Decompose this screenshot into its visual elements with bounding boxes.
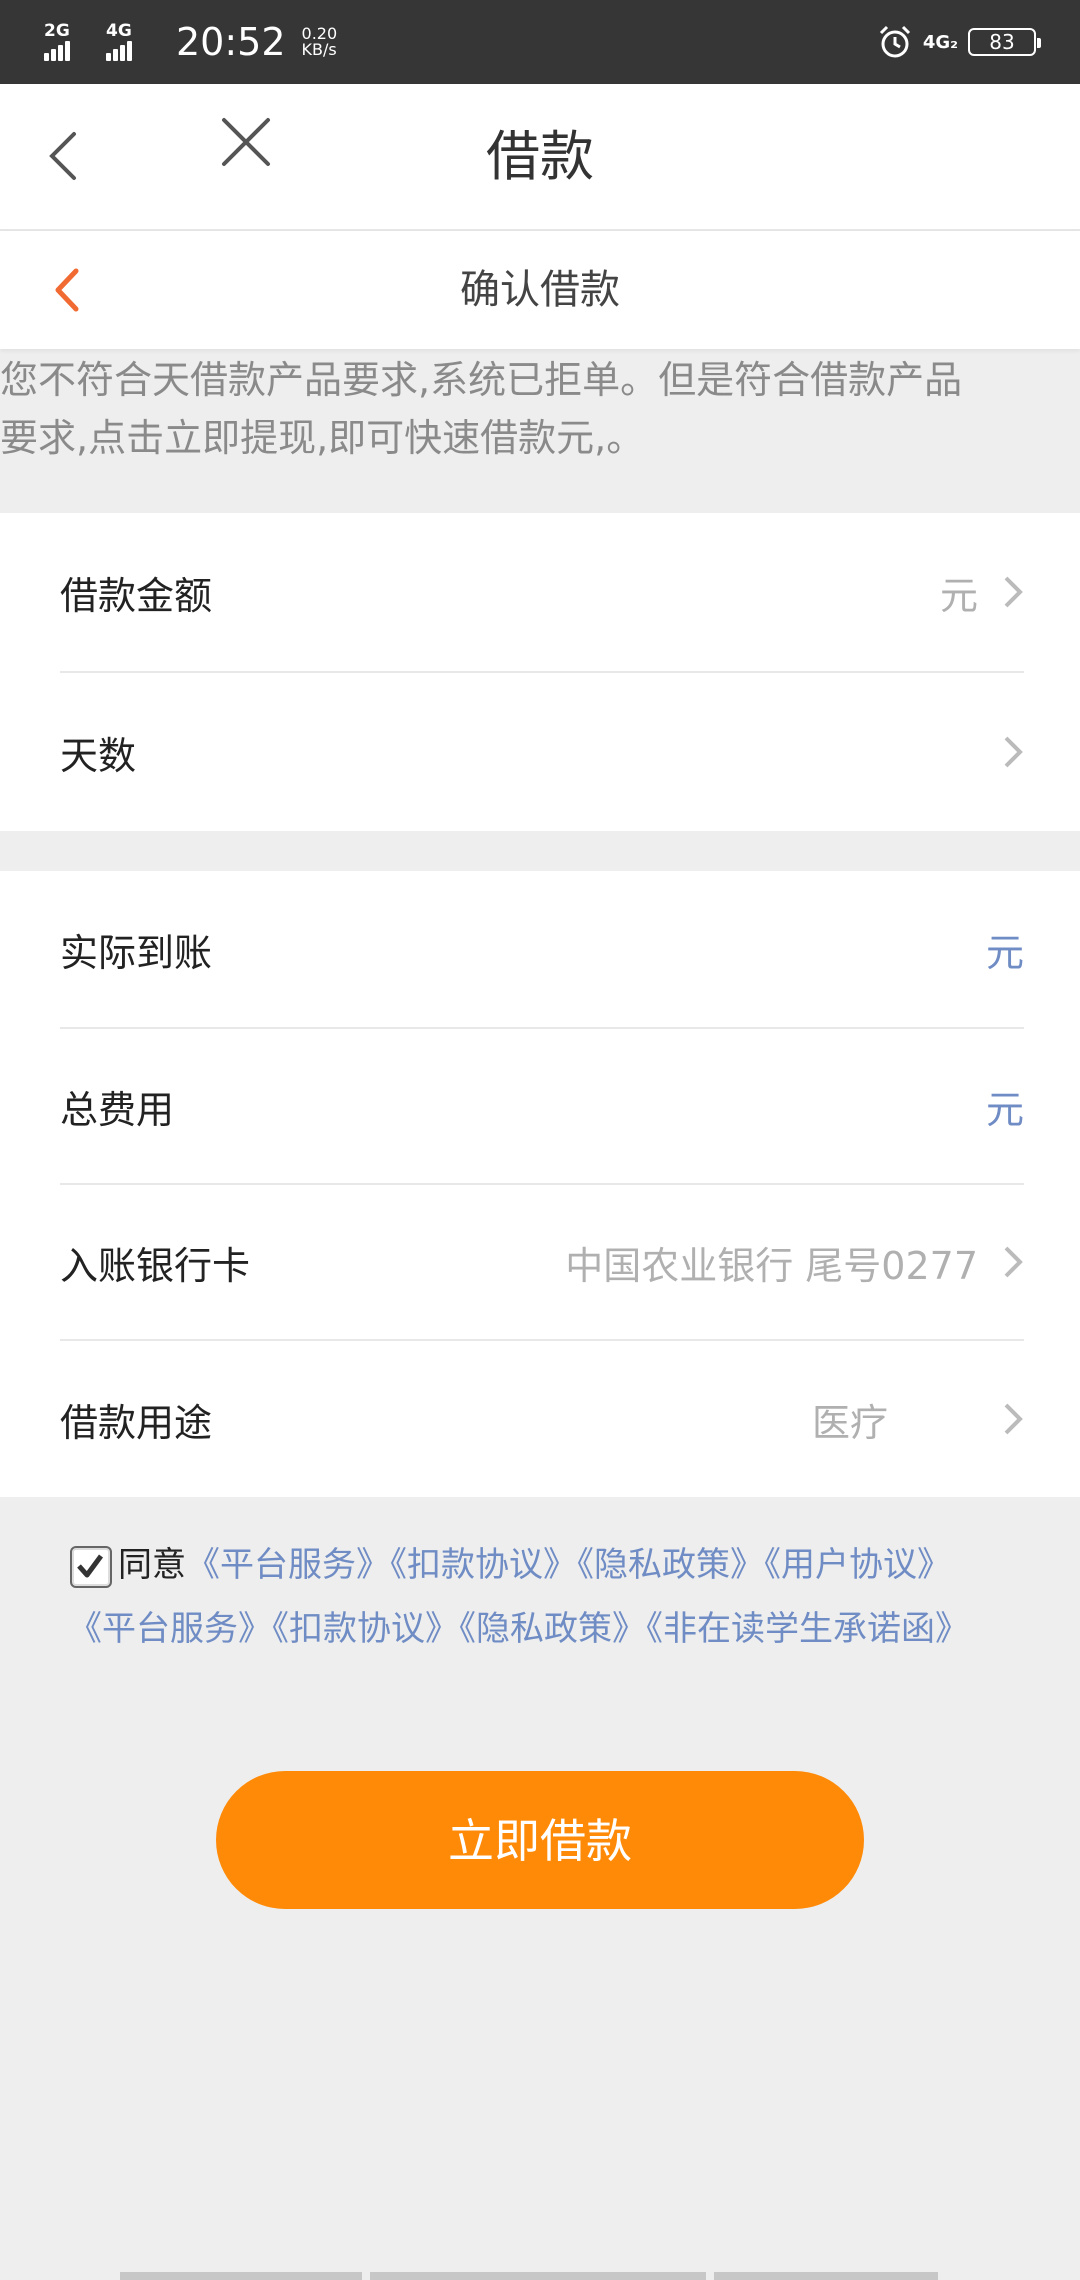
row-label: 入账银行卡 xyxy=(60,1243,251,1288)
rejection-notice: 您不符合天借款产品要求,系统已拒单。但是符合借款产品 要求,点击立即提现,即可快… xyxy=(0,349,1080,513)
battery-icon: 83 xyxy=(968,28,1041,56)
indicator-segment xyxy=(370,2272,706,2280)
row-value: 元 xyxy=(939,573,978,618)
borrow-now-button[interactable]: 立即借款 xyxy=(216,1771,864,1909)
speed-unit: KB/s xyxy=(301,40,337,59)
row-label: 天数 xyxy=(60,733,137,778)
row-days[interactable]: 天数 xyxy=(60,673,1024,831)
status-bar: 2G 4G 20:52 0.20 KB/s 4G₂ 83 xyxy=(0,0,1080,84)
sub-title: 确认借款 xyxy=(460,267,620,313)
agree-label: 同意 xyxy=(118,1545,186,1585)
row-label: 实际到账 xyxy=(60,930,213,975)
network-type: 4G₂ xyxy=(922,31,958,53)
chevron-right-icon xyxy=(1002,574,1024,610)
link-deduction-agreement[interactable]: 《扣款协议》 xyxy=(390,1545,577,1585)
chevron-right-icon xyxy=(1002,1244,1024,1280)
row-value: 医疗 xyxy=(811,1400,888,1445)
link-privacy-policy[interactable]: 《隐私政策》 xyxy=(577,1545,764,1585)
chevron-right-icon xyxy=(1002,734,1024,770)
notice-line-1: 您不符合天借款产品要求,系统已拒单。但是符合借款产品 xyxy=(0,358,963,402)
agreement: 同意《平台服务》《扣款协议》《隐私政策》《用户协议》 《平台服务》《扣款协议》《… xyxy=(0,1497,1080,1661)
row-label: 借款用途 xyxy=(60,1400,213,1445)
bottom-indicator xyxy=(120,2272,1000,2280)
row-bank-card[interactable]: 入账银行卡 中国农业银行 尾号0277 xyxy=(60,1185,1024,1341)
link-platform-service-2[interactable]: 《平台服务》 xyxy=(68,1609,272,1649)
network-speed: 0.20 KB/s xyxy=(302,26,338,58)
row-label: 借款金额 xyxy=(60,573,213,618)
link-user-agreement[interactable]: 《用户协议》 xyxy=(764,1545,951,1585)
sim1-label: 2G xyxy=(44,21,70,41)
signal-sim1-icon: 2G xyxy=(44,21,96,61)
status-right: 4G₂ 83 xyxy=(877,24,1041,60)
top-nav: 借款 xyxy=(0,84,1080,231)
chevron-right-icon xyxy=(1002,1401,1024,1437)
check-icon xyxy=(77,1554,104,1577)
row-value: 元 xyxy=(985,930,1024,975)
indicator-segment xyxy=(120,2272,362,2280)
battery-level: 83 xyxy=(989,30,1015,54)
agree-checkbox[interactable] xyxy=(70,1545,112,1588)
submit-wrap: 立即借款 xyxy=(0,1771,1080,1909)
page-title: 借款 xyxy=(486,125,594,188)
agreement-line-2: 《平台服务》《扣款协议》《隐私政策》《非在读学生承诺函》 xyxy=(68,1597,1050,1661)
sub-header: 确认借款 xyxy=(0,231,1080,349)
link-deduction-agreement-2[interactable]: 《扣款协议》 xyxy=(272,1609,459,1649)
row-loan-purpose[interactable]: 借款用途 医疗 xyxy=(60,1341,1024,1497)
link-privacy-policy-2[interactable]: 《隐私政策》 xyxy=(459,1609,646,1649)
status-left: 2G 4G 20:52 0.20 KB/s xyxy=(44,20,337,64)
link-platform-service[interactable]: 《平台服务》 xyxy=(186,1545,390,1585)
indicator-segment xyxy=(714,2272,938,2280)
row-label: 总费用 xyxy=(60,1087,175,1132)
alarm-icon xyxy=(877,24,913,60)
row-value: 元 xyxy=(985,1087,1024,1132)
sim2-label: 4G xyxy=(106,21,132,41)
loan-details-group: 实际到账 元 总费用 元 入账银行卡 中国农业银行 尾号0277 借款用途 医疗 xyxy=(0,871,1080,1497)
row-total-fee: 总费用 元 xyxy=(60,1029,1024,1185)
loan-settings-group: 借款金额 元 天数 xyxy=(0,513,1080,831)
row-actual-received: 实际到账 元 xyxy=(60,871,1024,1029)
row-loan-amount[interactable]: 借款金额 元 xyxy=(60,513,1024,673)
notice-line-2: 要求,点击立即提现,即可快速借款元,。 xyxy=(0,416,645,460)
agreement-line-1: 同意《平台服务》《扣款协议》《隐私政策》《用户协议》 xyxy=(70,1533,1050,1597)
link-non-student-pledge[interactable]: 《非在读学生承诺函》 xyxy=(646,1609,969,1649)
status-time: 20:52 xyxy=(176,20,286,64)
row-value: 中国农业银行 尾号0277 xyxy=(565,1243,978,1288)
signal-sim2-icon: 4G xyxy=(106,21,158,61)
